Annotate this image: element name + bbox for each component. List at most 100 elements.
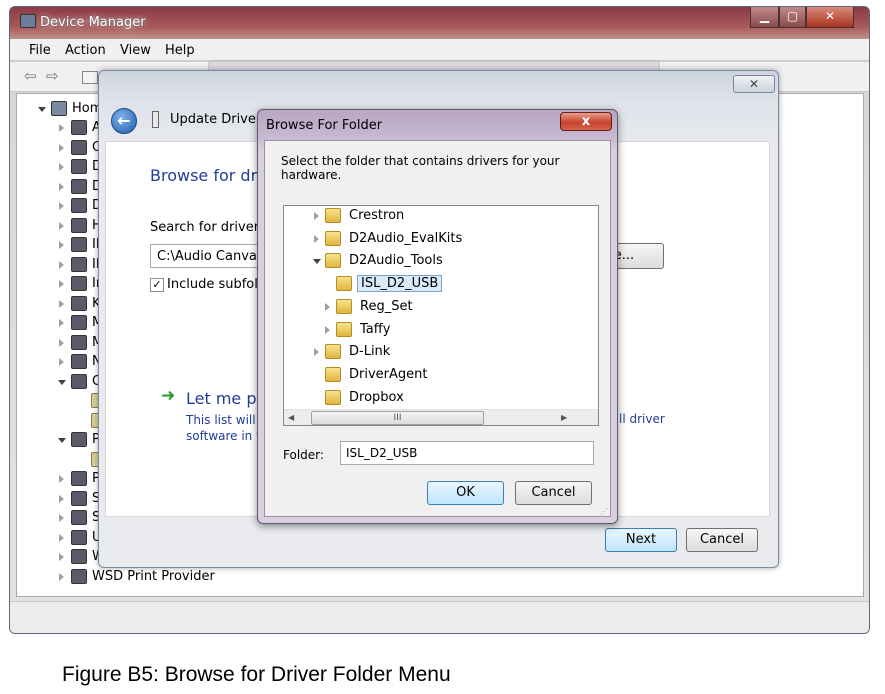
folder-label: Dropbox — [349, 390, 404, 405]
device-icon — [71, 276, 87, 291]
expander-icon[interactable] — [59, 202, 64, 210]
expander-icon[interactable] — [59, 514, 64, 522]
properties-icon[interactable] — [82, 71, 98, 84]
expander-icon[interactable] — [38, 107, 46, 112]
ok-button[interactable]: OK — [427, 481, 504, 505]
status-bar — [10, 601, 869, 633]
green-arrow-icon: ➜ — [161, 386, 176, 406]
expander-icon[interactable] — [59, 319, 64, 327]
cancel-button[interactable]: Cancel — [686, 528, 758, 552]
expander-icon[interactable] — [313, 259, 321, 264]
close-button[interactable]: ✕ — [806, 7, 854, 28]
cancel-button[interactable]: Cancel — [515, 481, 592, 505]
folder-tree: Crestron D2Audio_EvalKits D2Audio_Tools ISL… — [283, 205, 599, 426]
back-arrow-icon[interactable]: ⇦ — [24, 69, 37, 84]
folder-label: ISL_D2_USB — [357, 275, 443, 292]
expander-icon[interactable] — [58, 438, 66, 443]
expander-icon[interactable] — [59, 495, 64, 503]
expander-icon[interactable] — [59, 241, 64, 249]
folder-icon — [336, 299, 352, 314]
expander-icon[interactable] — [314, 235, 319, 243]
folder-label: Crestron — [349, 208, 405, 223]
device-icon — [71, 315, 87, 330]
expander-icon[interactable] — [59, 222, 64, 230]
folder-label: Reg_Set — [360, 299, 413, 314]
device-icon — [71, 374, 87, 389]
menu-bar: File Action View Help — [10, 39, 869, 61]
browse-for-folder-dialog: Browse For Folder x Select the folder th… — [257, 109, 618, 524]
expander-icon[interactable] — [314, 348, 319, 356]
expander-icon[interactable] — [59, 534, 64, 542]
device-icon — [71, 257, 87, 272]
horizontal-scrollbar[interactable]: ◀ III ▶ — [284, 409, 598, 425]
device-manager-icon — [20, 14, 36, 28]
device-icon — [71, 510, 87, 525]
expander-icon[interactable] — [59, 339, 64, 347]
device-icon — [71, 471, 87, 486]
folder-input[interactable]: ISL_D2_USB — [340, 441, 594, 465]
device-icon — [71, 432, 87, 447]
device-icon — [71, 335, 87, 350]
folder-icon — [325, 231, 341, 246]
back-arrow-icon[interactable]: ← — [111, 108, 137, 134]
folder-icon — [325, 208, 341, 223]
folder-label: D2Audio_EvalKits — [349, 231, 463, 246]
menu-file[interactable]: File — [29, 43, 51, 58]
expander-icon[interactable] — [59, 144, 64, 152]
folder-label: Taffy — [360, 322, 391, 337]
device-icon — [152, 111, 159, 128]
forward-arrow-icon[interactable]: ⇨ — [46, 69, 59, 84]
include-subfolders-checkbox[interactable]: ✓ — [150, 278, 164, 292]
expander-icon[interactable] — [59, 300, 64, 308]
menu-help[interactable]: Help — [165, 43, 195, 58]
figure-caption: Figure B5: Browse for Driver Folder Menu — [62, 663, 451, 686]
expander-icon[interactable] — [314, 212, 319, 220]
device-icon — [71, 549, 87, 564]
close-button[interactable]: ✕ — [733, 75, 775, 93]
scroll-right-icon[interactable]: ▶ — [561, 413, 567, 422]
menu-action[interactable]: Action — [65, 43, 106, 58]
maximize-button[interactable]: ▢ — [779, 7, 806, 28]
folder-icon — [336, 276, 352, 291]
expander-icon[interactable] — [59, 358, 64, 366]
description-right: ll driver — [619, 412, 665, 426]
expander-icon[interactable] — [59, 124, 64, 132]
close-button[interactable]: x — [560, 112, 612, 131]
device-icon — [71, 198, 87, 213]
folder-icon — [325, 253, 341, 268]
folder-label: Folder: — [283, 448, 324, 462]
expander-icon[interactable] — [59, 183, 64, 191]
folder-label: DriverAgent — [349, 367, 428, 382]
minimize-button[interactable]: ▁ — [750, 7, 779, 28]
expander-icon[interactable] — [59, 163, 64, 171]
expander-icon[interactable] — [325, 326, 330, 334]
vertical-scrollbar[interactable]: ▲ ▼ — [598, 206, 599, 409]
device-icon — [71, 354, 87, 369]
expander-icon[interactable] — [59, 553, 64, 561]
scroll-left-icon[interactable]: ◀ — [288, 413, 294, 422]
folder-label: D-Link — [349, 344, 391, 359]
device-icon — [71, 120, 87, 135]
page-heading: Browse for driv — [150, 166, 272, 185]
menu-view[interactable]: View — [120, 43, 151, 58]
device-icon — [71, 159, 87, 174]
device-icon — [71, 569, 87, 584]
device-icon — [71, 530, 87, 545]
device-icon — [71, 296, 87, 311]
dialog-title: Browse For Folder — [266, 118, 383, 133]
expander-icon[interactable] — [59, 280, 64, 288]
next-button[interactable]: Next — [605, 528, 677, 552]
folder-label: D2Audio_Tools — [349, 253, 443, 268]
tree-label: WSD Print Provider — [92, 569, 215, 584]
title-bar[interactable]: Device Manager ▁ ▢ ✕ — [10, 7, 869, 37]
scroll-thumb-horizontal[interactable]: III — [311, 411, 484, 425]
device-icon — [71, 140, 87, 155]
instruction-text: Select the folder that contains drivers … — [281, 154, 560, 182]
expander-icon[interactable] — [58, 380, 66, 385]
expander-icon[interactable] — [59, 475, 64, 483]
resize-grip-icon[interactable]: ⋰ — [600, 507, 608, 516]
expander-icon[interactable] — [59, 573, 64, 581]
device-icon — [71, 179, 87, 194]
expander-icon[interactable] — [59, 261, 64, 269]
expander-icon[interactable] — [325, 303, 330, 311]
